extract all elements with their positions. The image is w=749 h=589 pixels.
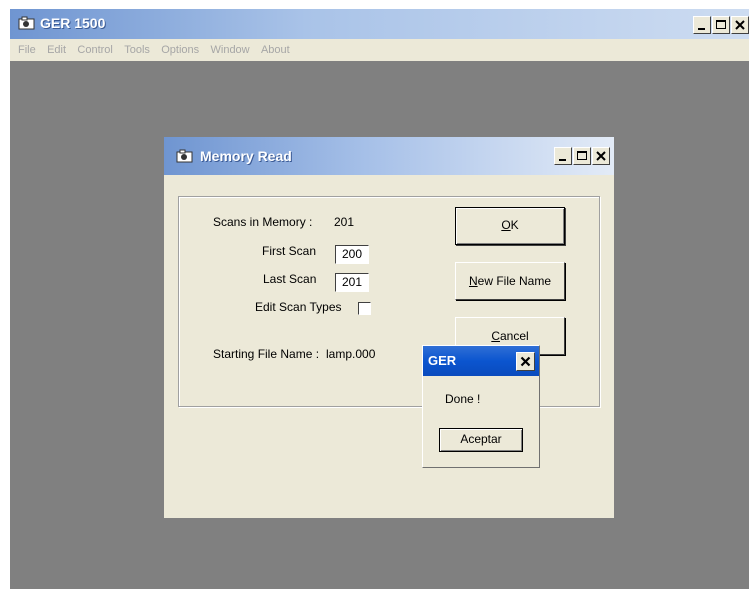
menu-options[interactable]: Options	[161, 39, 199, 61]
last-scan-label: Last Scan	[263, 272, 317, 286]
memory-read-title: Memory Read	[200, 148, 292, 164]
starting-file-name-label: Starting File Name :	[213, 347, 320, 361]
menu-file[interactable]: File	[18, 39, 36, 61]
message-box-titlebar[interactable]: GER	[423, 346, 539, 376]
edit-scan-types-label: Edit Scan Types	[255, 300, 342, 314]
menu-edit[interactable]: Edit	[47, 39, 66, 61]
menu-tools[interactable]: Tools	[124, 39, 150, 61]
app-minimize-button[interactable]	[693, 16, 711, 34]
memory-read-body: Scans in Memory : 201 First Scan 200 Las…	[164, 175, 614, 518]
minimize-icon	[559, 159, 566, 161]
app-titlebar[interactable]: GER 1500	[10, 9, 749, 39]
memory-read-titlebar[interactable]: Memory Read	[164, 137, 614, 175]
app-icon	[18, 16, 35, 30]
aceptar-button[interactable]: Aceptar	[439, 428, 523, 452]
ok-button[interactable]: OK	[455, 207, 565, 245]
ok-button-label-rest: K	[510, 218, 519, 232]
first-scan-input[interactable]: 200	[335, 245, 369, 264]
close-icon	[520, 356, 531, 367]
app-title: GER 1500	[40, 15, 106, 31]
new-file-name-button[interactable]: New File Name	[455, 262, 565, 300]
close-icon	[735, 20, 745, 30]
maximize-icon	[577, 151, 587, 160]
first-scan-label: First Scan	[262, 244, 317, 258]
starting-file-name-value: lamp.000	[326, 347, 376, 361]
new-file-name-button-label-rest: ew File Name	[477, 274, 552, 288]
new-file-name-button-mnemonic: N	[468, 274, 478, 288]
memory-read-dialog: Memory Read Scans in Memory : 201 First …	[164, 137, 614, 518]
minimize-icon	[698, 28, 705, 30]
message-box-title: GER	[428, 353, 457, 368]
dialog-close-button[interactable]	[592, 147, 610, 165]
menu-bar: File Edit Control Tools Options Window A…	[10, 39, 749, 61]
app-maximize-button[interactable]	[712, 16, 730, 34]
message-text: Done !	[445, 392, 481, 406]
app-close-button[interactable]	[731, 16, 749, 34]
close-icon	[596, 151, 606, 161]
dialog-icon	[176, 149, 193, 163]
scans-in-memory-label: Scans in Memory :	[213, 215, 313, 229]
cancel-button-label-rest: ancel	[499, 329, 529, 343]
menu-window[interactable]: Window	[211, 39, 250, 61]
menu-about[interactable]: About	[261, 39, 290, 61]
edit-scan-types-checkbox[interactable]	[358, 302, 371, 315]
ger-message-box: GER Done ! Aceptar	[422, 345, 540, 468]
dialog-maximize-button[interactable]	[573, 147, 591, 165]
dialog-minimize-button[interactable]	[554, 147, 572, 165]
maximize-icon	[716, 20, 726, 29]
scans-in-memory-value: 201	[334, 215, 355, 229]
ok-button-mnemonic: O	[501, 218, 511, 232]
cancel-button-mnemonic: C	[491, 329, 500, 343]
menu-control[interactable]: Control	[77, 39, 112, 61]
last-scan-input[interactable]: 201	[335, 273, 369, 292]
message-box-close-button[interactable]	[516, 352, 535, 371]
